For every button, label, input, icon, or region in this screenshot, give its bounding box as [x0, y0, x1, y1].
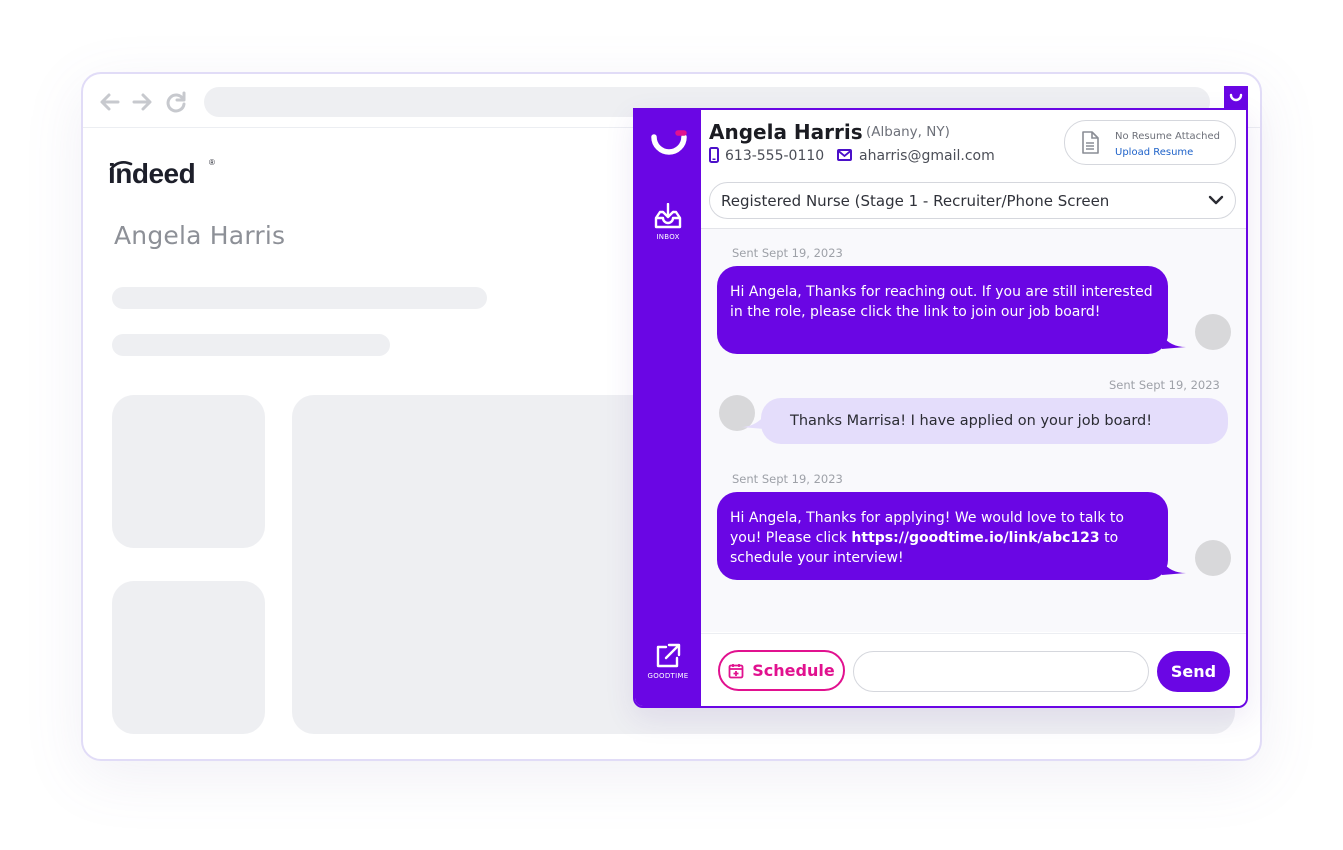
- goodtime-logo-icon[interactable]: [649, 128, 689, 158]
- message-timestamp: Sent Sept 19, 2023: [1109, 378, 1220, 392]
- avatar: [1195, 540, 1231, 576]
- placeholder-line: [112, 334, 390, 356]
- outgoing-message: Hi Angela, Thanks for reaching out. If y…: [717, 266, 1186, 354]
- sidebar-goodtime-label: GOODTIME: [647, 672, 689, 680]
- placeholder-card: [112, 395, 265, 548]
- outgoing-message: Hi Angela, Thanks for applying! We would…: [717, 492, 1186, 580]
- sidebar-item-inbox[interactable]: INBOX: [635, 203, 701, 241]
- chevron-down-icon: [1208, 195, 1224, 205]
- candidate-name: Angela Harris: [709, 120, 863, 144]
- arrow-left-icon[interactable]: [99, 91, 121, 113]
- goodtime-sidebar: INBOX GOODTIME: [635, 110, 701, 706]
- sidebar-inbox-label: INBOX: [656, 233, 680, 241]
- calendar-plus-icon: [728, 663, 744, 678]
- inbox-icon: [654, 203, 682, 229]
- reload-icon[interactable]: [165, 91, 187, 113]
- indeed-logo: indeed ®: [108, 158, 215, 190]
- upload-resume-link[interactable]: Upload Resume: [1115, 147, 1193, 158]
- message-timestamp: Sent Sept 19, 2023: [732, 246, 843, 260]
- candidate-email[interactable]: aharris@gmail.com: [859, 148, 995, 164]
- sidebar-item-goodtime[interactable]: GOODTIME: [635, 642, 701, 680]
- schedule-label: Schedule: [752, 661, 835, 680]
- bubble-tail: [1162, 335, 1186, 349]
- message-timestamp: Sent Sept 19, 2023: [732, 472, 843, 486]
- avatar: [1195, 314, 1231, 350]
- arrow-right-icon[interactable]: [131, 91, 153, 113]
- schedule-button[interactable]: Schedule: [718, 650, 845, 691]
- registered-mark: ®: [209, 158, 215, 167]
- bubble-tail: [741, 415, 765, 429]
- send-button[interactable]: Send: [1157, 651, 1230, 692]
- job-stage-value: Registered Nurse (Stage 1 - Recruiter/Ph…: [721, 192, 1110, 210]
- goodtime-main: Angela Harris (Albany, NY) 613-555-0110 …: [701, 110, 1246, 706]
- goodtime-panel: INBOX GOODTIME Angela Harris (Albany, NY…: [633, 108, 1248, 708]
- goodtime-extension-icon[interactable]: [1224, 86, 1248, 110]
- placeholder-line: [112, 287, 487, 309]
- message-thread[interactable]: Sent Sept 19, 2023 Hi Angela, Thanks for…: [701, 228, 1246, 632]
- placeholder-card: [112, 581, 265, 734]
- candidate-location: (Albany, NY): [866, 124, 950, 140]
- indeed-arc-icon: [109, 161, 133, 171]
- composer: Schedule Send: [701, 633, 1246, 706]
- schedule-link[interactable]: https://goodtime.io/link/abc123: [851, 530, 1099, 546]
- document-icon: [1082, 131, 1099, 154]
- job-stage-select[interactable]: Registered Nurse (Stage 1 - Recruiter/Ph…: [709, 182, 1236, 219]
- phone-icon: [709, 147, 719, 163]
- message-input[interactable]: [853, 651, 1149, 692]
- resume-upload-box[interactable]: No Resume Attached Upload Resume: [1064, 120, 1236, 165]
- resume-status: No Resume Attached: [1115, 131, 1221, 142]
- message-text: Thanks Marrisa! I have applied on your j…: [790, 413, 1153, 429]
- bubble-tail: [1162, 561, 1186, 575]
- candidate-phone[interactable]: 613-555-0110: [725, 148, 824, 164]
- external-link-icon: [656, 643, 681, 668]
- email-icon: [837, 149, 852, 161]
- profile-name: Angela Harris: [114, 221, 286, 250]
- incoming-message: Thanks Marrisa! I have applied on your j…: [741, 398, 1228, 444]
- message-text: Hi Angela, Thanks for reaching out. If y…: [730, 284, 1153, 320]
